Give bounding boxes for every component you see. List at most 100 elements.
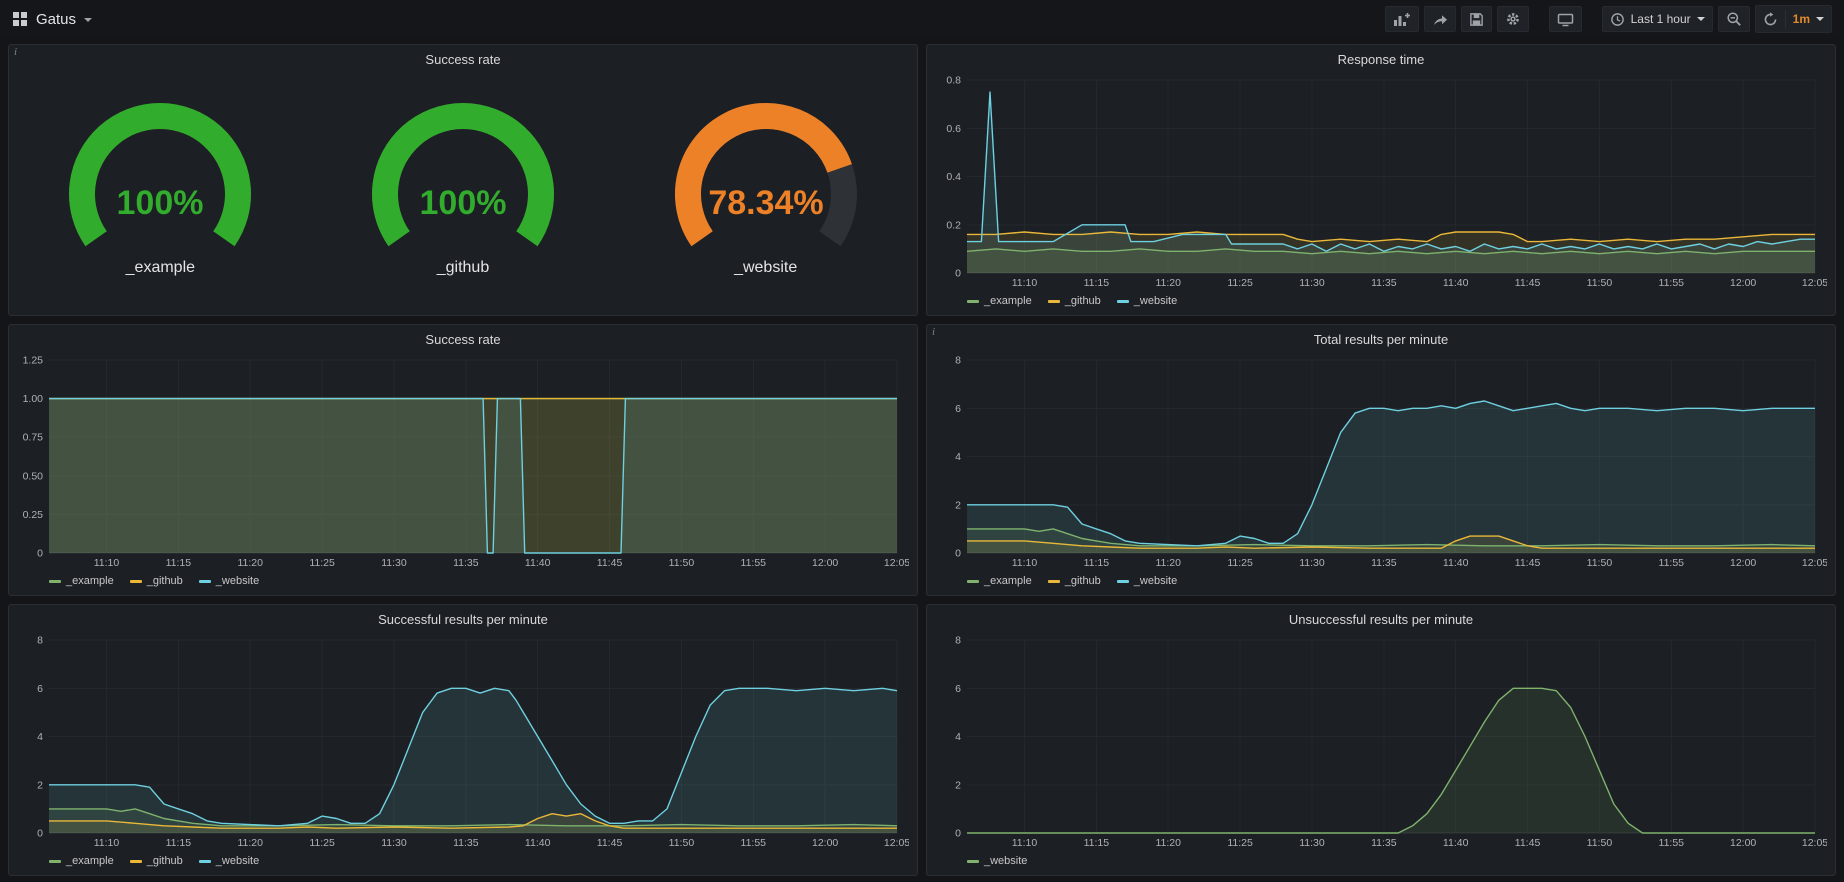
refresh-interval-picker[interactable]: 1m (1786, 6, 1831, 32)
chart-legend: _example _github _website (931, 291, 1827, 311)
zoom-out-button[interactable] (1718, 6, 1750, 32)
svg-text:11:55: 11:55 (741, 837, 767, 849)
svg-text:11:10: 11:10 (1012, 837, 1038, 849)
legend-item-_github[interactable]: _github (130, 575, 183, 587)
panel-title[interactable]: Success rate (9, 325, 917, 350)
legend-label: _example (66, 855, 114, 867)
svg-text:11:25: 11:25 (1227, 557, 1253, 569)
legend-item-_example[interactable]: _example (49, 575, 114, 587)
svg-text:8: 8 (37, 635, 43, 647)
gauge-value: 100% (117, 184, 204, 222)
legend-item-_website[interactable]: _website (1117, 295, 1177, 307)
dashboard-title: Gatus (36, 11, 76, 28)
panel-info-icon[interactable]: i (14, 46, 17, 58)
svg-text:4: 4 (955, 451, 961, 463)
series-fills (967, 688, 1815, 833)
panel-response-time: Response time 00.20.40.60.811:1011:1511:… (926, 44, 1836, 316)
legend-item-_example[interactable]: _example (49, 855, 114, 867)
panel-success-rate: Success rate 00.250.500.751.001.2511:101… (8, 324, 918, 596)
svg-text:4: 4 (955, 731, 961, 743)
time-range-picker[interactable]: Last 1 hour (1602, 6, 1713, 32)
panel-title[interactable]: Unsuccessful results per minute (927, 605, 1835, 630)
svg-text:6: 6 (955, 403, 961, 415)
share-icon (1432, 12, 1448, 27)
chevron-down-icon (1816, 17, 1824, 21)
legend-swatch (967, 580, 979, 583)
svg-text:0.25: 0.25 (23, 509, 44, 521)
zoom-out-icon (1726, 11, 1742, 27)
svg-text:1.25: 1.25 (23, 355, 44, 367)
svg-text:11:10: 11:10 (1012, 277, 1038, 289)
dashboard-settings-button[interactable] (1497, 6, 1529, 32)
svg-text:11:40: 11:40 (525, 557, 551, 569)
legend-item-_website[interactable]: _website (199, 575, 259, 587)
svg-text:11:55: 11:55 (1659, 277, 1685, 289)
add-panel-icon (1393, 12, 1411, 27)
panel-title[interactable]: Response time (927, 45, 1835, 70)
legend-swatch (1048, 580, 1060, 583)
legend-item-_website[interactable]: _website (199, 855, 259, 867)
svg-text:11:20: 11:20 (237, 837, 263, 849)
series-fills (49, 399, 897, 553)
legend-item-_example[interactable]: _example (967, 295, 1032, 307)
chevron-down-icon (1697, 17, 1705, 21)
legend-label: _github (1065, 295, 1101, 307)
svg-text:11:30: 11:30 (381, 557, 407, 569)
legend-swatch (967, 300, 979, 303)
chart-legend: _example _github _website (931, 571, 1827, 591)
svg-text:11:25: 11:25 (1227, 277, 1253, 289)
panel-info-icon[interactable]: i (932, 326, 935, 338)
svg-text:11:15: 11:15 (1084, 837, 1110, 849)
series-line-_website (967, 688, 1815, 833)
successful-results-chart[interactable]: 0246811:1011:1511:2011:2511:3011:3511:40… (13, 630, 909, 851)
cycle-view-mode-button[interactable] (1549, 6, 1582, 32)
legend-item-_website[interactable]: _website (1117, 575, 1177, 587)
legend-label: _example (66, 575, 114, 587)
add-panel-button[interactable] (1385, 6, 1419, 32)
total-results-chart[interactable]: 0246811:1011:1511:2011:2511:3011:3511:40… (931, 350, 1827, 571)
svg-text:12:05: 12:05 (1802, 837, 1827, 849)
svg-text:11:45: 11:45 (1515, 557, 1541, 569)
svg-text:11:35: 11:35 (1371, 277, 1397, 289)
svg-text:11:15: 11:15 (166, 557, 192, 569)
svg-text:11:25: 11:25 (309, 837, 335, 849)
save-dashboard-button[interactable] (1461, 6, 1492, 32)
legend-item-_github[interactable]: _github (130, 855, 183, 867)
legend-label: _website (216, 575, 259, 587)
svg-text:0.8: 0.8 (946, 75, 961, 87)
legend-item-_github[interactable]: _github (1048, 575, 1101, 587)
refresh-icon (1763, 12, 1778, 27)
chart-legend: _example _github _website (13, 851, 909, 871)
legend-label: _github (1065, 575, 1101, 587)
svg-text:11:20: 11:20 (1155, 277, 1181, 289)
gauge-_github: 100% _github (338, 101, 588, 277)
svg-text:11:25: 11:25 (309, 557, 335, 569)
series-fill-_website (967, 688, 1815, 833)
svg-text:11:35: 11:35 (1371, 837, 1397, 849)
svg-text:11:30: 11:30 (1299, 837, 1325, 849)
grid-icon (12, 11, 28, 27)
response-time-chart[interactable]: 00.20.40.60.811:1011:1511:2011:2511:3011… (931, 70, 1827, 291)
gauge-value: 100% (420, 184, 507, 222)
share-dashboard-button[interactable] (1424, 6, 1456, 32)
panel-success-rate-gauges: i Success rate 100%_example100%_github78… (8, 44, 918, 316)
navbar-actions: Last 1 hour 1m (1385, 5, 1832, 33)
legend-item-_website[interactable]: _website (967, 855, 1027, 867)
dashboard-picker[interactable]: Gatus (12, 11, 92, 28)
svg-text:11:10: 11:10 (94, 557, 120, 569)
gauge-label: _example (126, 259, 195, 277)
panel-title[interactable]: Total results per minute (927, 325, 1835, 350)
legend-item-_github[interactable]: _github (1048, 295, 1101, 307)
legend-label: _example (984, 295, 1032, 307)
svg-text:1.00: 1.00 (23, 393, 44, 405)
panel-title[interactable]: Successful results per minute (9, 605, 917, 630)
panel-title[interactable]: Success rate (9, 45, 917, 70)
svg-text:12:00: 12:00 (1730, 837, 1756, 849)
refresh-button[interactable] (1756, 6, 1785, 32)
gauge-label: _github (437, 259, 490, 277)
legend-item-_example[interactable]: _example (967, 575, 1032, 587)
svg-text:11:55: 11:55 (1659, 837, 1685, 849)
dashboard-grid: i Success rate 100%_example100%_github78… (0, 38, 1844, 882)
unsuccessful-results-chart[interactable]: 0246811:1011:1511:2011:2511:3011:3511:40… (931, 630, 1827, 851)
success-rate-chart[interactable]: 00.250.500.751.001.2511:1011:1511:2011:2… (13, 350, 909, 571)
